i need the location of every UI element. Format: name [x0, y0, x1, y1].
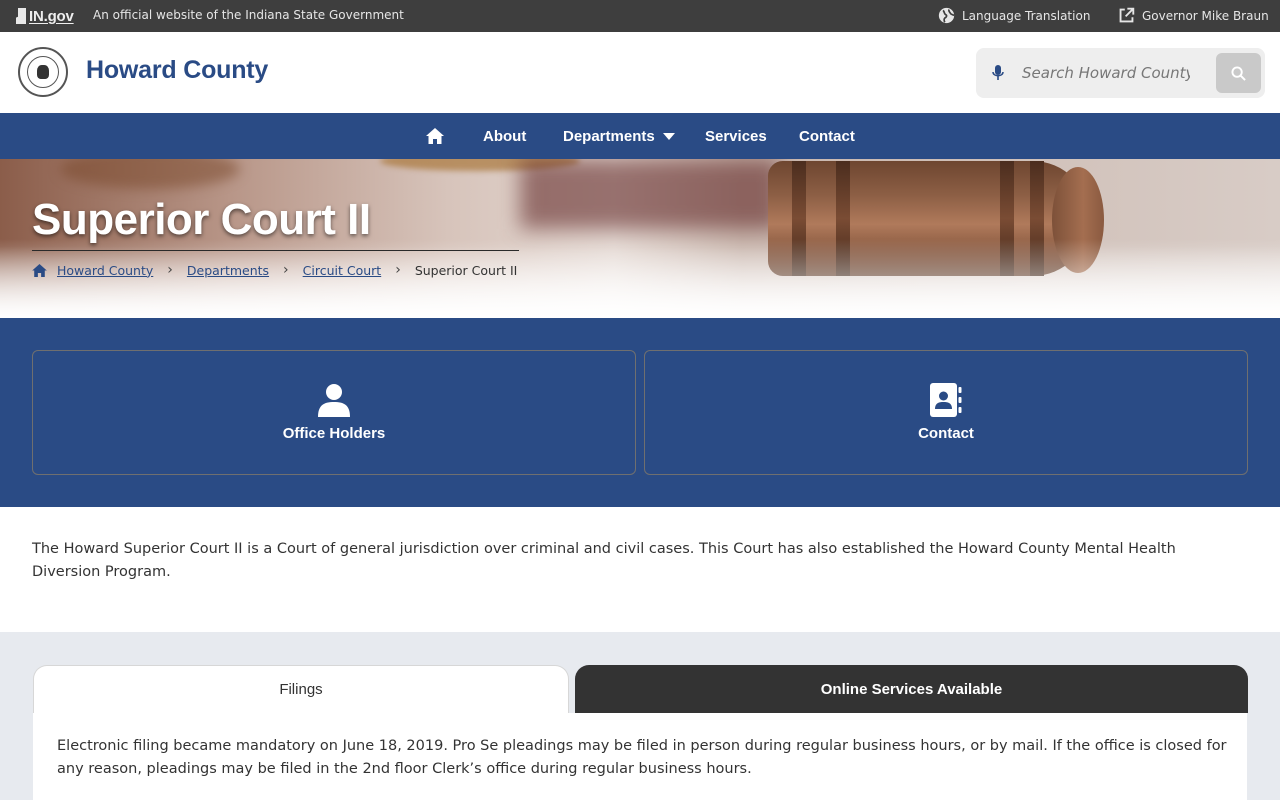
office-holders-card[interactable]: Office Holders	[32, 350, 636, 475]
search-bar	[976, 48, 1265, 98]
state-top-bar: IN.gov An official website of the Indian…	[0, 0, 1280, 32]
nav-contact[interactable]: Contact	[799, 113, 855, 159]
search-input[interactable]	[1022, 60, 1190, 86]
nav-home[interactable]	[426, 113, 444, 159]
governor-link-label: Governor Mike Braun	[1142, 8, 1269, 23]
nav-services[interactable]: Services	[705, 113, 767, 159]
caret-down-icon	[662, 132, 675, 140]
hero-banner: Superior Court II Howard County › Depart…	[0, 159, 1280, 318]
breadcrumb-circuit-court[interactable]: Circuit Court	[303, 263, 382, 278]
chevron-right-icon: ›	[283, 262, 289, 278]
main-navigation: About Departments Services Contact	[0, 113, 1280, 159]
tab-panel-filings: Electronic filing became mandatory on Ju…	[33, 713, 1247, 800]
ingov-logo-link[interactable]: IN.gov	[16, 6, 74, 26]
tab-online-services[interactable]: Online Services Available	[575, 665, 1248, 713]
tabs-section: Filings Online Services Available Electr…	[0, 632, 1280, 800]
chevron-right-icon: ›	[167, 262, 173, 278]
search-icon	[1231, 65, 1246, 81]
chevron-right-icon: ›	[395, 262, 401, 278]
quick-links-band: Office Holders Contact	[0, 318, 1280, 507]
contact-book-icon	[930, 383, 962, 417]
breadcrumb: Howard County › Departments › Circuit Co…	[32, 262, 517, 278]
official-website-notice: An official website of the Indiana State…	[93, 8, 404, 22]
county-seal-logo[interactable]	[18, 47, 68, 97]
search-button[interactable]	[1216, 53, 1261, 93]
home-icon	[426, 128, 444, 144]
person-icon	[318, 384, 350, 417]
nav-departments-label: Departments	[563, 127, 655, 145]
hero-background-detail	[520, 159, 780, 229]
indiana-state-icon	[16, 8, 26, 24]
page-title: Superior Court II	[32, 195, 371, 244]
breadcrumb-howard-county[interactable]: Howard County	[57, 263, 153, 278]
microphone-icon[interactable]	[992, 65, 1004, 81]
seal-inner-ring	[27, 56, 59, 88]
court-description: The Howard Superior Court II is a Court …	[32, 541, 1176, 580]
tab-filings[interactable]: Filings	[33, 665, 569, 713]
contact-card-label: Contact	[918, 425, 974, 442]
ingov-logo-text: IN.gov	[29, 7, 74, 25]
governor-link[interactable]: Governor Mike Braun	[1118, 7, 1269, 24]
globe-icon	[938, 7, 955, 24]
title-divider	[32, 250, 519, 251]
nav-departments[interactable]: Departments	[563, 113, 675, 159]
filings-text: Electronic filing became mandatory on Ju…	[57, 738, 1227, 777]
language-translation-label: Language Translation	[962, 8, 1091, 23]
breadcrumb-current: Superior Court II	[414, 262, 518, 278]
breadcrumb-home-icon[interactable]	[32, 263, 47, 277]
office-holders-label: Office Holders	[282, 425, 386, 442]
site-header: Howard County	[0, 32, 1280, 113]
seal-emblem	[37, 65, 49, 79]
contact-card[interactable]: Contact	[644, 350, 1248, 475]
nav-about[interactable]: About	[483, 113, 526, 159]
breadcrumb-departments[interactable]: Departments	[187, 263, 269, 278]
external-link-icon	[1119, 7, 1135, 23]
hero-background-detail	[60, 159, 240, 189]
site-title[interactable]: Howard County	[86, 56, 268, 85]
language-translation-link[interactable]: Language Translation	[938, 7, 1090, 24]
